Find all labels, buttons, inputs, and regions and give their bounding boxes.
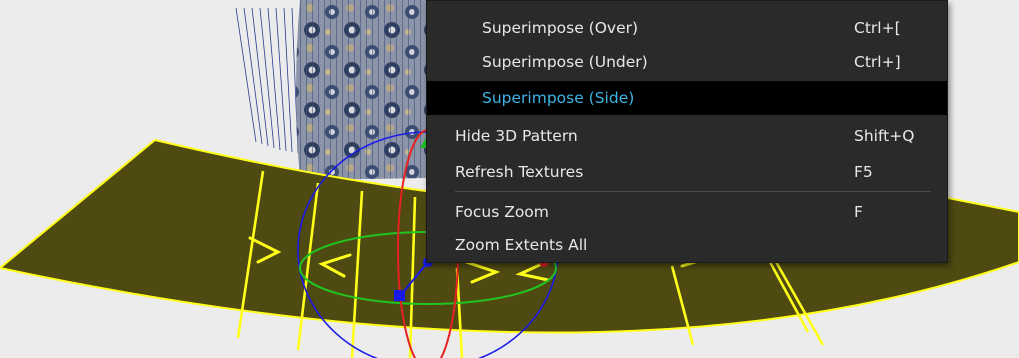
gizmo-z-handle[interactable] — [394, 290, 405, 301]
context-menu: Superimpose (Over) Ctrl+[ Superimpose (U… — [426, 0, 948, 263]
menu-item-hide-3d-pattern[interactable]: Hide 3D Pattern Shift+Q — [427, 119, 947, 153]
garment-stripes — [296, 0, 428, 180]
menu-item-refresh-textures[interactable]: Refresh Textures F5 — [427, 155, 947, 189]
menu-item-shortcut: F5 — [854, 163, 873, 181]
menu-item-superimpose-under[interactable]: Superimpose (Under) Ctrl+] — [427, 45, 947, 79]
menu-item-superimpose-side[interactable]: Superimpose (Side) — [427, 81, 947, 115]
menu-item-label: Zoom Extents All — [455, 236, 588, 254]
menu-item-label: Superimpose (Over) — [482, 19, 639, 37]
menu-item-label: Hide 3D Pattern — [455, 127, 578, 145]
menu-item-label: Refresh Textures — [455, 163, 584, 181]
menu-item-shortcut: Ctrl+] — [854, 53, 901, 71]
menu-item-focus-zoom[interactable]: Focus Zoom F — [427, 195, 947, 229]
menu-separator — [455, 191, 931, 192]
menu-item-shortcut: F — [854, 203, 863, 221]
menu-item-shortcut: Shift+Q — [854, 127, 915, 145]
menu-item-label: Superimpose (Side) — [482, 89, 635, 107]
menu-item-shortcut: Ctrl+[ — [854, 19, 901, 37]
menu-item-zoom-extents-all[interactable]: Zoom Extents All — [427, 228, 947, 262]
menu-item-label: Superimpose (Under) — [482, 53, 648, 71]
menu-item-label: Focus Zoom — [455, 203, 549, 221]
menu-item-superimpose-over[interactable]: Superimpose (Over) Ctrl+[ — [427, 11, 947, 45]
